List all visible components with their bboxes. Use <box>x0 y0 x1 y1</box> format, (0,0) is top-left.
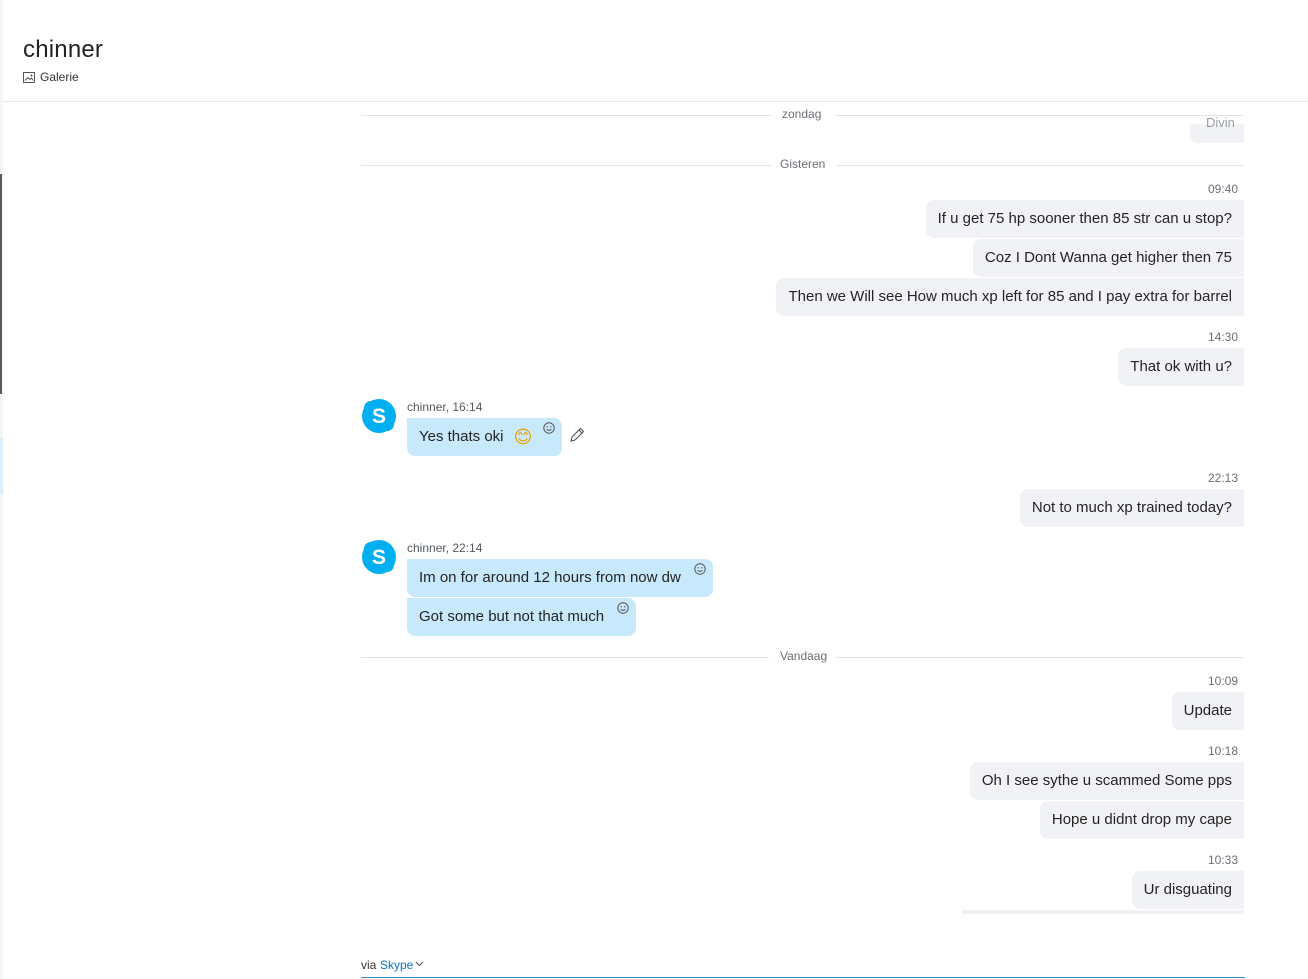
message-list[interactable]: zondag Divin Gisteren 09:40 If u get 75 … <box>361 102 1244 914</box>
date-divider-today: Vandaag <box>361 649 1244 665</box>
add-reaction-icon[interactable] <box>617 602 629 614</box>
message-bubble-outgoing[interactable]: That ok with u? <box>1118 348 1244 386</box>
message-timestamp: 09:40 <box>1207 182 1238 196</box>
selected-item-indicator <box>0 438 3 494</box>
chevron-down-icon[interactable] <box>415 961 424 967</box>
message-timestamp: 10:18 <box>1207 744 1238 758</box>
message-sender-timestamp: chinner, 16:14 <box>407 400 483 414</box>
add-reaction-icon[interactable] <box>543 422 556 434</box>
message-text: Im on for around 12 hours from now dw <box>419 569 681 586</box>
message-bubble-outgoing-partial[interactable] <box>962 910 1244 914</box>
date-divider-sunday: zondag <box>361 107 1244 123</box>
add-reaction-icon[interactable] <box>694 563 706 575</box>
date-divider-label: Vandaag <box>780 649 828 663</box>
message-bubble-outgoing[interactable]: Update <box>1171 692 1244 730</box>
message-bubble-outgoing[interactable]: Coz I Dont Wanna get higher then 75 <box>972 239 1244 277</box>
message-timestamp: 14:30 <box>1207 330 1238 344</box>
svg-text:S: S <box>372 546 386 569</box>
partial-message-text: Divin <box>1206 115 1235 130</box>
message-text: Got some but not that much <box>419 608 605 625</box>
conversation-title[interactable]: chinner <box>23 36 103 64</box>
gallery-label: Galerie <box>40 70 79 84</box>
message-bubble-outgoing[interactable]: Then we Will see How much xp left for 85… <box>776 278 1244 316</box>
edit-pencil-icon[interactable] <box>568 426 586 444</box>
message-bubble-incoming[interactable]: Im on for around 12 hours from now dw <box>407 559 713 597</box>
via-label: via <box>361 958 377 972</box>
message-bubble-outgoing[interactable]: Not to much xp trained today? <box>1019 489 1244 527</box>
image-icon <box>23 71 35 83</box>
message-text: Yes thats oki <box>419 428 504 445</box>
compose-service-selector[interactable]: via Skype <box>361 955 1245 978</box>
conversation-header: chinner Galerie <box>3 0 1308 102</box>
message-timestamp: 22:13 <box>1207 471 1238 485</box>
message-bubble-outgoing[interactable]: Ur disguating <box>1131 871 1244 909</box>
service-dropdown[interactable]: Skype <box>380 958 413 972</box>
message-bubble-outgoing-partial[interactable]: Divin <box>1190 115 1244 143</box>
message-timestamp: 10:33 <box>1207 853 1238 867</box>
skype-avatar-icon[interactable]: S <box>361 539 397 575</box>
scrollbar-thumb[interactable] <box>0 174 2 394</box>
message-bubble-incoming[interactable]: Yes thats oki 😊 <box>407 418 563 456</box>
date-divider-label: zondag <box>782 107 822 121</box>
left-pane-edge <box>0 0 3 979</box>
message-bubble-outgoing[interactable]: Hope u didnt drop my cape <box>1039 801 1244 839</box>
message-timestamp: 10:09 <box>1207 674 1238 688</box>
date-divider-yesterday: Gisteren <box>361 157 1244 173</box>
date-divider-label: Gisteren <box>780 157 826 171</box>
message-bubble-outgoing[interactable]: If u get 75 hp sooner then 85 str can u … <box>925 200 1244 238</box>
gallery-link[interactable]: Galerie <box>23 70 79 84</box>
skype-avatar-icon[interactable]: S <box>361 398 397 434</box>
message-bubble-outgoing[interactable]: Oh I see sythe u scammed Some pps <box>969 762 1244 800</box>
message-bubble-incoming[interactable]: Got some but not that much <box>407 598 637 636</box>
svg-text:S: S <box>372 405 386 428</box>
message-sender-timestamp: chinner, 22:14 <box>407 541 483 555</box>
smile-emoji: 😊 <box>513 427 533 448</box>
